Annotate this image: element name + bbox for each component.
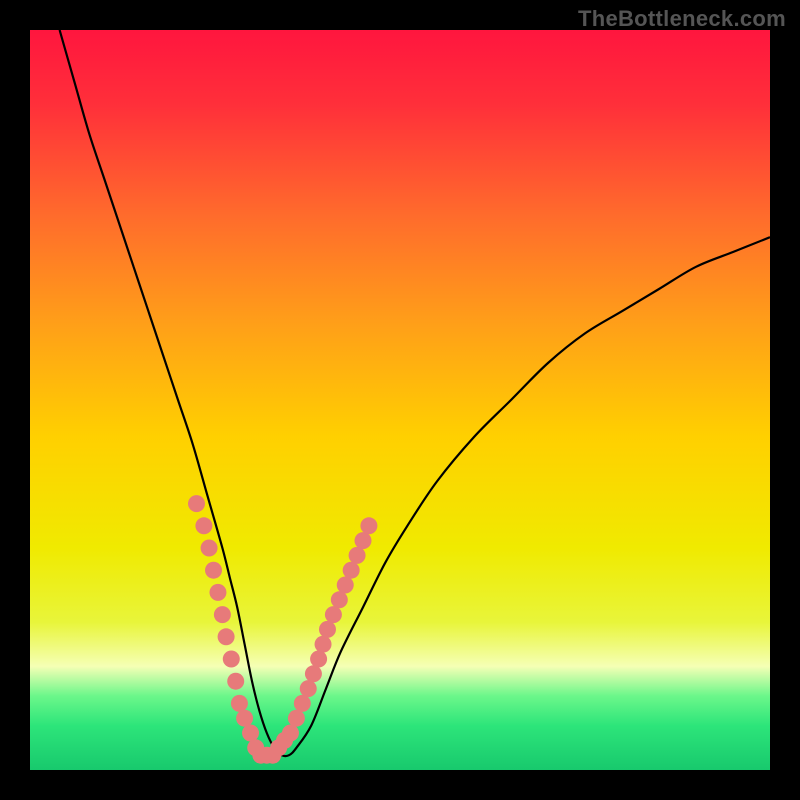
- marker-point: [195, 517, 212, 534]
- marker-point: [325, 606, 342, 623]
- marker-point: [214, 606, 231, 623]
- chart-frame: TheBottleneck.com: [0, 0, 800, 800]
- marker-point: [223, 651, 240, 668]
- marker-point: [337, 577, 354, 594]
- marker-point: [218, 628, 235, 645]
- marker-point: [231, 695, 248, 712]
- marker-point: [315, 636, 332, 653]
- marker-group: [188, 495, 377, 764]
- marker-point: [288, 710, 305, 727]
- marker-point: [300, 680, 317, 697]
- marker-point: [319, 621, 336, 638]
- marker-point: [294, 695, 311, 712]
- marker-point: [355, 532, 372, 549]
- marker-point: [282, 725, 299, 742]
- marker-point: [349, 547, 366, 564]
- marker-point: [305, 665, 322, 682]
- marker-point: [310, 651, 327, 668]
- watermark-text: TheBottleneck.com: [578, 6, 786, 32]
- marker-point: [331, 591, 348, 608]
- marker-point: [209, 584, 226, 601]
- marker-point: [360, 517, 377, 534]
- marker-point: [236, 710, 253, 727]
- bottleneck-curve: [60, 30, 770, 756]
- marker-point: [188, 495, 205, 512]
- marker-point: [205, 562, 222, 579]
- marker-point: [201, 540, 218, 557]
- marker-point: [242, 725, 259, 742]
- marker-point: [227, 673, 244, 690]
- curve-layer: [30, 30, 770, 770]
- marker-point: [343, 562, 360, 579]
- plot-area: [30, 30, 770, 770]
